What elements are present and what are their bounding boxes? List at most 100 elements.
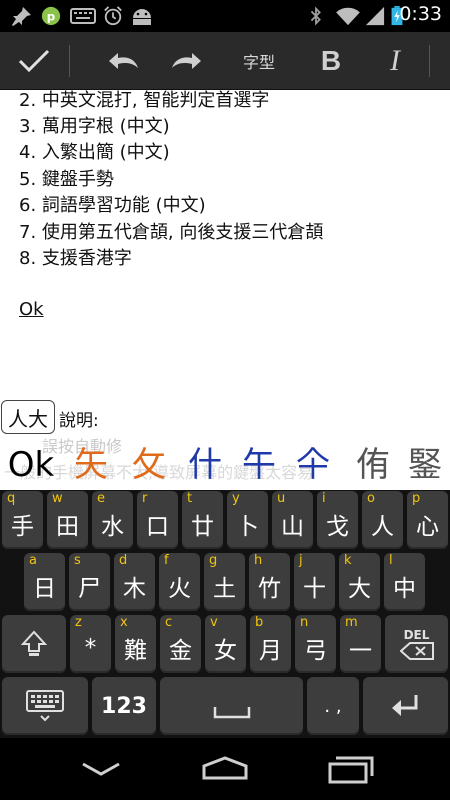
home-icon[interactable]: [200, 752, 250, 786]
enter-key[interactable]: [363, 677, 448, 735]
key-d[interactable]: d木: [114, 553, 155, 611]
candidate-item[interactable]: 午: [236, 440, 282, 490]
key-label: 難: [124, 638, 147, 664]
key-hint: o: [367, 491, 375, 506]
key-a[interactable]: a日: [24, 553, 65, 611]
key-z[interactable]: z *: [70, 615, 111, 673]
numbers-key[interactable]: 123: [92, 677, 156, 735]
key-label: 中: [393, 576, 416, 602]
key-p[interactable]: p心: [407, 491, 448, 549]
key-hint: l: [389, 553, 393, 568]
key-r[interactable]: r口: [137, 491, 178, 549]
bold-button[interactable]: B: [300, 32, 362, 90]
candidate-item[interactable]: Ok: [2, 440, 60, 490]
bold-button-label: B: [320, 45, 342, 76]
toolbar-divider: [429, 45, 430, 77]
redo-button[interactable]: [156, 32, 218, 90]
key-label: 女: [214, 638, 237, 664]
key-hint: v: [210, 615, 218, 630]
key-label: 大: [348, 576, 371, 602]
key-q[interactable]: q手: [2, 491, 43, 549]
pin-icon: [12, 7, 31, 26]
key-label: 手: [11, 514, 34, 540]
key-y[interactable]: y卜: [227, 491, 268, 549]
punctuation-key[interactable]: . ,: [307, 677, 359, 735]
italic-button[interactable]: I: [364, 32, 426, 90]
key-label: 月: [259, 638, 282, 664]
key-label: 弓: [304, 638, 327, 664]
editor-toolbar: 字型 B I: [0, 32, 450, 90]
key-hint: t: [187, 491, 193, 506]
key-t[interactable]: t廿: [182, 491, 223, 549]
document-line: 6. 詞語學習功能 (中文): [19, 195, 206, 216]
key-label: 一: [349, 638, 372, 664]
key-hint: u: [277, 491, 286, 506]
status-bar: p 0:33: [0, 0, 450, 32]
key-n[interactable]: n弓: [295, 615, 336, 673]
svg-text:p: p: [47, 10, 55, 24]
font-button[interactable]: 字型: [222, 32, 296, 90]
navigation-bar: [0, 738, 450, 800]
document-line: 5. 鍵盤手勢: [19, 169, 114, 190]
space-key[interactable]: [160, 677, 303, 735]
key-hint: n: [300, 615, 309, 630]
document-line: 8. 支援香港字: [19, 248, 132, 269]
key-label: 土: [213, 576, 236, 602]
key-label: 尸: [78, 576, 101, 602]
candidate-bar: 一般的手機屏幕不大,導致屏幕的鍵盤太容易 誤按自動修 人大 說明: Ok 矢 攵…: [0, 397, 450, 490]
candidate-item[interactable]: 鋻: [402, 440, 448, 490]
keyboard-switch-key[interactable]: [2, 677, 88, 735]
bluetooth-icon: [310, 6, 321, 26]
key-hint: f: [164, 553, 169, 568]
space-icon: [213, 707, 250, 719]
key-c[interactable]: c金: [160, 615, 201, 673]
delete-key[interactable]: DEL: [385, 615, 448, 673]
delete-key-label: DEL: [403, 628, 430, 642]
key-label: 金: [169, 638, 192, 664]
key-h[interactable]: h竹: [249, 553, 290, 611]
key-label: 口: [146, 514, 169, 540]
key-v[interactable]: v女: [205, 615, 246, 673]
key-hint: x: [120, 615, 128, 630]
key-hint: q: [7, 491, 16, 506]
candidate-item[interactable]: 仐: [290, 440, 336, 490]
shift-key[interactable]: [2, 615, 66, 673]
key-i[interactable]: i戈: [317, 491, 358, 549]
key-label: 十: [303, 576, 326, 602]
key-f[interactable]: f火: [159, 553, 200, 611]
back-icon[interactable]: [78, 752, 124, 786]
alarm-icon: [104, 6, 122, 26]
key-hint: b: [255, 615, 264, 630]
candidate-item[interactable]: 侑: [350, 440, 396, 490]
key-b[interactable]: b月: [250, 615, 291, 673]
key-hint: y: [232, 491, 240, 506]
done-button[interactable]: [0, 32, 68, 90]
toolbar-divider: [69, 45, 70, 77]
italic-button-label: I: [390, 44, 400, 77]
key-label: 卜: [236, 514, 259, 540]
key-k[interactable]: k大: [339, 553, 380, 611]
key-o[interactable]: o人: [362, 491, 403, 549]
key-x[interactable]: x難: [115, 615, 156, 673]
key-u[interactable]: u山: [272, 491, 313, 549]
key-hint: z: [75, 615, 82, 630]
document-editor[interactable]: 2. 中英文混打, 智能判定首選字 3. 萬用字根 (中文) 4. 入繁出簡 (…: [0, 90, 450, 397]
key-w[interactable]: w田: [47, 491, 88, 549]
key-e[interactable]: e水: [92, 491, 133, 549]
key-hint: p: [412, 491, 421, 506]
recent-apps-icon[interactable]: [326, 752, 376, 786]
key-l[interactable]: l中: [384, 553, 425, 611]
key-m[interactable]: m一: [340, 615, 381, 673]
status-time: 0:33: [399, 3, 442, 25]
numbers-key-label: 123: [101, 693, 147, 719]
key-g[interactable]: g土: [204, 553, 245, 611]
key-hint: k: [344, 553, 352, 568]
candidate-item[interactable]: 什: [182, 440, 228, 490]
undo-button[interactable]: [92, 32, 154, 90]
key-s[interactable]: s尸: [69, 553, 110, 611]
document-ok-link[interactable]: Ok: [19, 299, 44, 320]
candidate-item[interactable]: 攵: [126, 440, 172, 490]
candidate-item[interactable]: 矢: [68, 440, 114, 490]
key-label: 廿: [191, 514, 214, 540]
key-j[interactable]: j十: [294, 553, 335, 611]
